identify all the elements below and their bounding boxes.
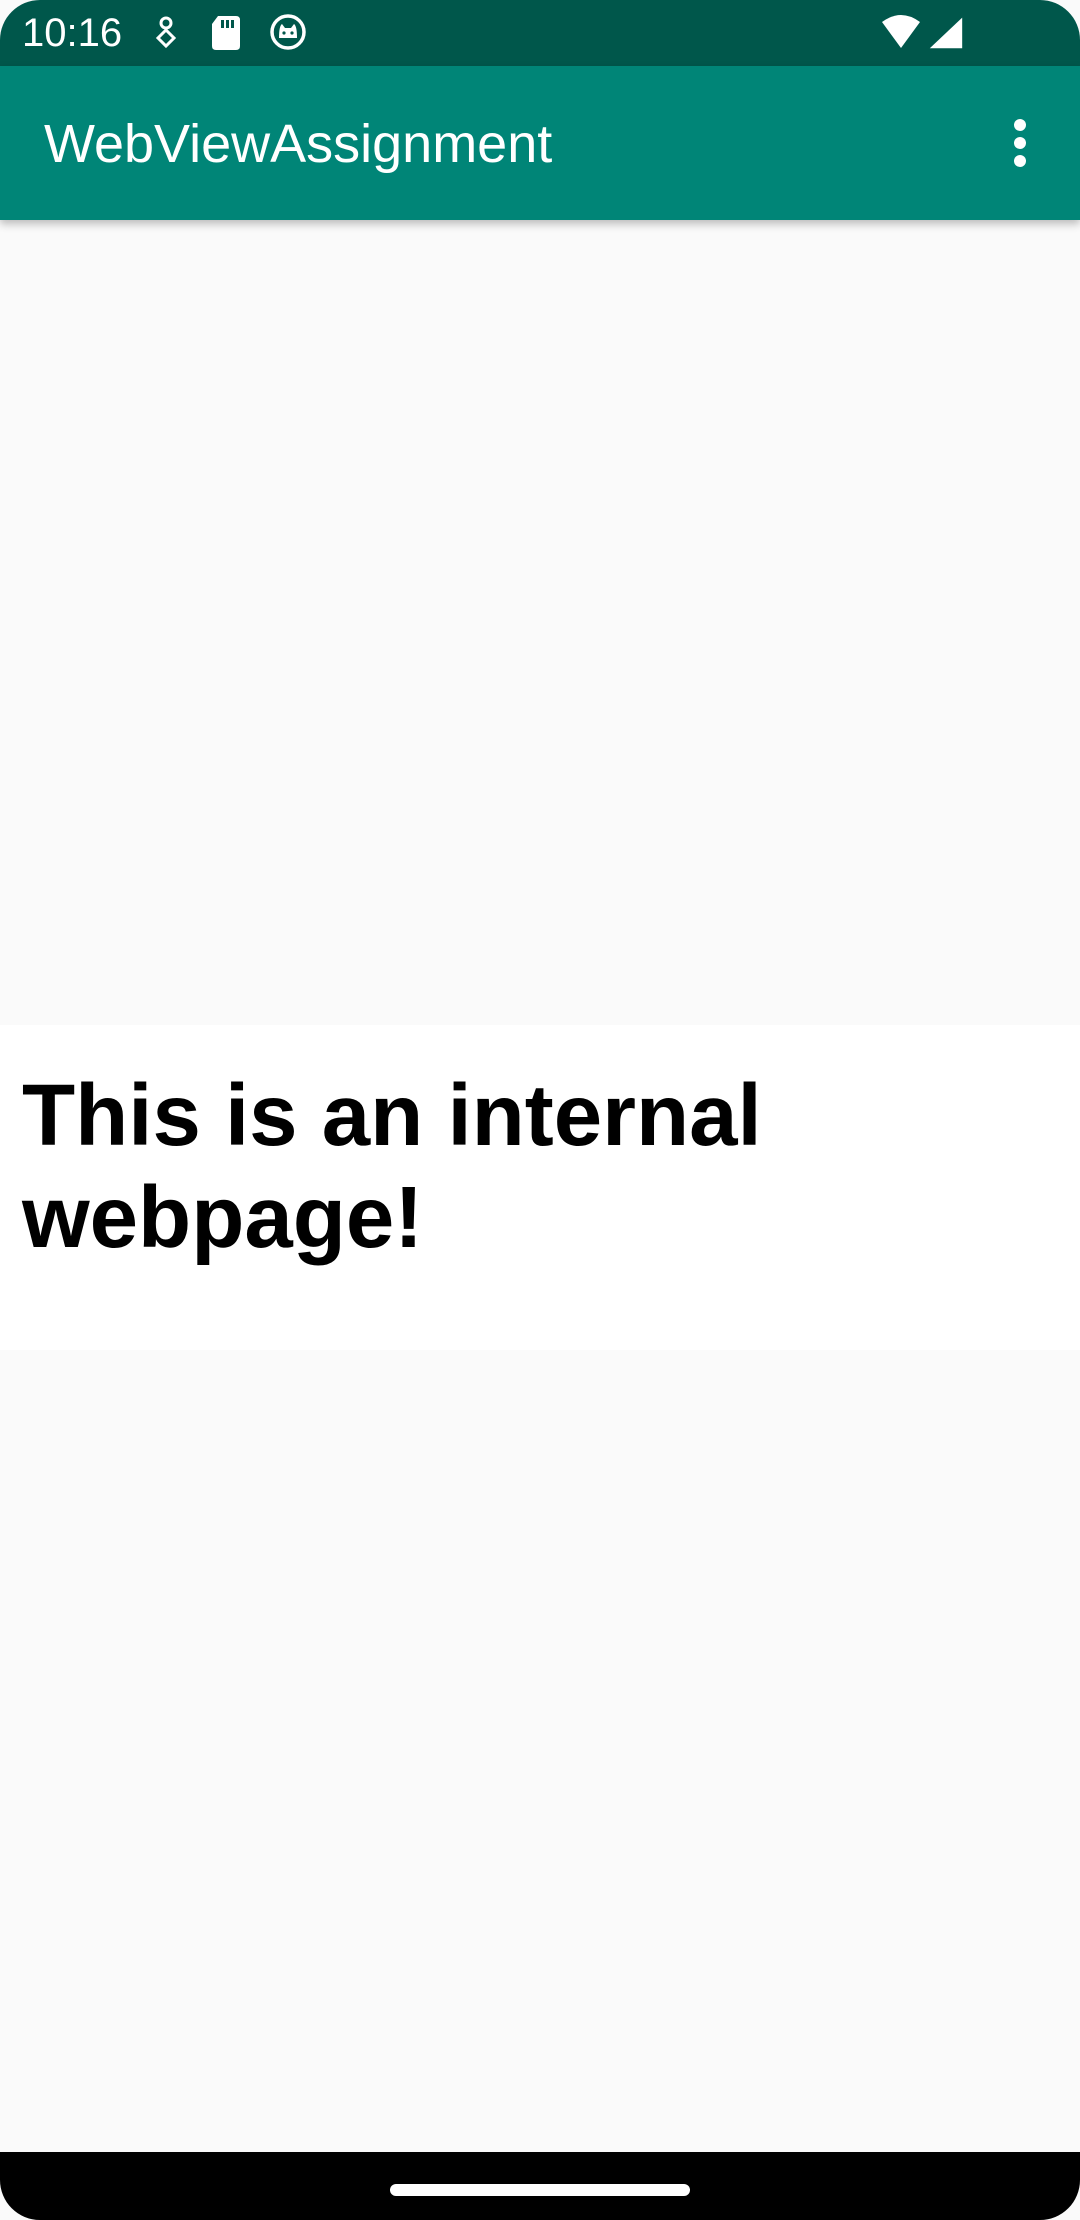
- assistant-icon: [146, 12, 186, 52]
- cellular-signal-icon: [928, 12, 964, 52]
- overflow-menu-button[interactable]: [980, 103, 1060, 183]
- web-page-heading: This is an internal webpage!: [22, 1067, 762, 1266]
- app-title: WebViewAssignment: [44, 114, 553, 174]
- sd-card-icon: [206, 12, 246, 52]
- wifi-icon: [880, 12, 922, 52]
- web-view[interactable]: This is an internal webpage!: [0, 220, 1080, 2152]
- navigation-bar: [0, 2152, 1080, 2220]
- more-vert-icon: [1012, 119, 1028, 167]
- phone-screen: 10:16 WebViewAssignment This is an inter…: [0, 0, 1080, 2220]
- status-time: 10:16: [22, 11, 123, 55]
- web-page-body: This is an internal webpage!: [0, 1025, 1080, 1350]
- cat-face-icon: [268, 12, 308, 52]
- home-gesture-handle[interactable]: [390, 2184, 690, 2196]
- app-bar: WebViewAssignment: [0, 66, 1080, 220]
- status-bar: 10:16: [0, 0, 1080, 66]
